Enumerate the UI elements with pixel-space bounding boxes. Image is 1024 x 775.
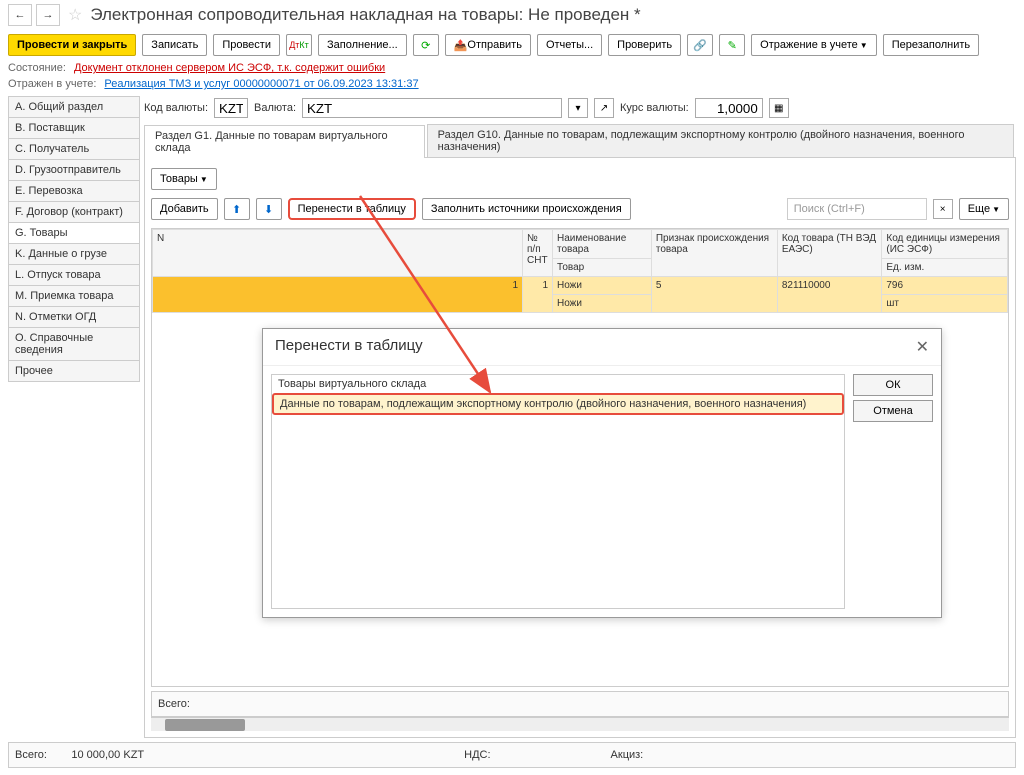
modal-ok-button[interactable]: ОК: [853, 374, 933, 396]
dt-kt-icon-button[interactable]: ДтКт: [286, 34, 312, 56]
summary-footer: Всего: 10 000,00 KZT НДС: Акциз:: [8, 742, 1016, 768]
goods-dropdown-button[interactable]: Товары▼: [151, 168, 217, 190]
currency-code-input[interactable]: [214, 98, 248, 118]
sidebar-item-k[interactable]: K. Данные о грузе: [8, 243, 140, 265]
scrollbar-thumb[interactable]: [165, 719, 245, 731]
col-code: Код товара (ТН ВЭД ЕАЭС): [777, 230, 882, 277]
post-and-close-button[interactable]: Провести и закрыть: [8, 34, 136, 56]
reflected-label: Отражен в учете:: [8, 78, 96, 90]
col-unit-code: Код единицы измерения (ИС ЭСФ): [882, 230, 1008, 259]
chevron-down-icon: ▼: [992, 205, 1000, 214]
tab-g10[interactable]: Раздел G10. Данные по товарам, подлежащи…: [427, 124, 1014, 157]
add-button[interactable]: Добавить: [151, 198, 218, 220]
col-name: Наименование товара: [553, 230, 652, 259]
sidebar-item-d[interactable]: D. Грузоотправитель: [8, 159, 140, 181]
status-error-link[interactable]: Документ отклонен сервером ИС ЭСФ, т.к. …: [74, 62, 385, 74]
cell-tovar: Ножи: [553, 295, 652, 313]
favorite-star-icon[interactable]: ☆: [68, 5, 82, 25]
horizontal-scrollbar[interactable]: [151, 717, 1009, 731]
move-up-button[interactable]: ⬆: [224, 198, 250, 220]
reports-button[interactable]: Отчеты...: [537, 34, 602, 56]
table-totals: Всего:: [151, 691, 1009, 717]
edit-icon-button[interactable]: ✎: [719, 34, 745, 56]
chevron-down-icon: ▼: [200, 175, 208, 184]
nav-forward-button[interactable]: →: [36, 4, 60, 26]
more-button[interactable]: Еще▼: [959, 198, 1009, 220]
currency-name-label: Валюта:: [254, 102, 296, 114]
modal-list: Товары виртуального склада Данные по тов…: [271, 374, 845, 609]
modal-cancel-button[interactable]: Отмена: [853, 400, 933, 422]
goods-table: N № п/п СНТ Наименование товара Признак …: [152, 229, 1008, 313]
sidebar-item-g[interactable]: G. Товары: [8, 222, 140, 244]
check-button[interactable]: Проверить: [608, 34, 681, 56]
cell-npp: 1: [523, 277, 553, 313]
col-n: N: [153, 230, 523, 277]
page-title: Электронная сопроводительная накладная н…: [90, 5, 640, 25]
modal-title: Перенести в таблицу: [275, 337, 423, 357]
post-button[interactable]: Провести: [213, 34, 280, 56]
send-button[interactable]: 📤Отправить: [445, 34, 531, 56]
footer-total-label: Всего:: [15, 749, 47, 761]
fill-button[interactable]: Заполнение...: [318, 34, 407, 56]
sidebar-item-other[interactable]: Прочее: [8, 360, 140, 382]
chevron-down-icon: ▼: [860, 41, 868, 50]
transfer-modal: Перенести в таблицу ✕ Товары виртуальног…: [262, 328, 942, 618]
status-label: Состояние:: [8, 62, 66, 74]
currency-open-button[interactable]: ↗: [594, 98, 614, 118]
currency-rate-label: Курс валюты:: [620, 102, 689, 114]
sidebar-item-e[interactable]: E. Перевозка: [8, 180, 140, 202]
sidebar-item-n[interactable]: N. Отметки ОГД: [8, 306, 140, 328]
sidebar-item-c[interactable]: C. Получатель: [8, 138, 140, 160]
fill-sources-button[interactable]: Заполнить источники происхождения: [422, 198, 631, 220]
footer-akciz-label: Акциз:: [611, 749, 644, 761]
cell-name: Ножи: [553, 277, 652, 295]
col-tovar: Товар: [553, 259, 652, 277]
currency-dropdown-button[interactable]: ▾: [568, 98, 588, 118]
refill-button[interactable]: Перезаполнить: [883, 34, 979, 56]
reflect-button[interactable]: Отражение в учете▼: [751, 34, 877, 56]
total-label: Всего:: [158, 698, 190, 710]
modal-list-item-export[interactable]: Данные по товарам, подлежащим экспортном…: [272, 393, 844, 415]
refresh-icon-button[interactable]: ⟳: [413, 34, 439, 56]
search-clear-button[interactable]: ×: [933, 199, 953, 219]
section-sidebar: A. Общий раздел B. Поставщик C. Получате…: [8, 96, 140, 738]
tab-g1[interactable]: Раздел G1. Данные по товарам виртуальног…: [144, 125, 425, 158]
currency-rate-calc-button[interactable]: ▦: [769, 98, 789, 118]
footer-total-value: 10 000,00 KZT: [71, 749, 144, 761]
reflected-doc-link[interactable]: Реализация ТМЗ и услуг 00000000071 от 06…: [104, 78, 418, 90]
cell-n: 1: [153, 277, 523, 313]
send-icon: 📤: [454, 39, 468, 52]
footer-nds-label: НДС:: [464, 749, 490, 761]
transfer-to-table-button[interactable]: Перенести в таблицу: [288, 198, 416, 220]
sidebar-item-l[interactable]: L. Отпуск товара: [8, 264, 140, 286]
currency-rate-input[interactable]: [695, 98, 763, 118]
link-icon-button[interactable]: 🔗: [687, 34, 713, 56]
modal-close-button[interactable]: ✕: [916, 337, 929, 357]
sidebar-item-m[interactable]: M. Приемка товара: [8, 285, 140, 307]
table-row[interactable]: 1 1 Ножи 5 821110000 796: [153, 277, 1008, 295]
sidebar-item-b[interactable]: B. Поставщик: [8, 117, 140, 139]
col-npp: № п/п СНТ: [523, 230, 553, 277]
cell-unit-code: 796: [882, 277, 1008, 295]
modal-list-item-virtual[interactable]: Товары виртуального склада: [272, 375, 844, 393]
write-button[interactable]: Записать: [142, 34, 207, 56]
nav-back-button[interactable]: ←: [8, 4, 32, 26]
cell-unit: шт: [882, 295, 1008, 313]
currency-name-select[interactable]: [302, 98, 562, 118]
cell-origin: 5: [651, 277, 777, 313]
move-down-button[interactable]: ⬇: [256, 198, 282, 220]
col-origin: Признак происхождения товара: [651, 230, 777, 277]
sidebar-item-o[interactable]: O. Справочные сведения: [8, 327, 140, 361]
currency-code-label: Код валюты:: [144, 102, 208, 114]
sidebar-item-a[interactable]: A. Общий раздел: [8, 96, 140, 118]
cell-code: 821110000: [777, 277, 882, 313]
col-unit: Ед. изм.: [882, 259, 1008, 277]
search-input[interactable]: Поиск (Ctrl+F): [787, 198, 927, 220]
sidebar-item-f[interactable]: F. Договор (контракт): [8, 201, 140, 223]
